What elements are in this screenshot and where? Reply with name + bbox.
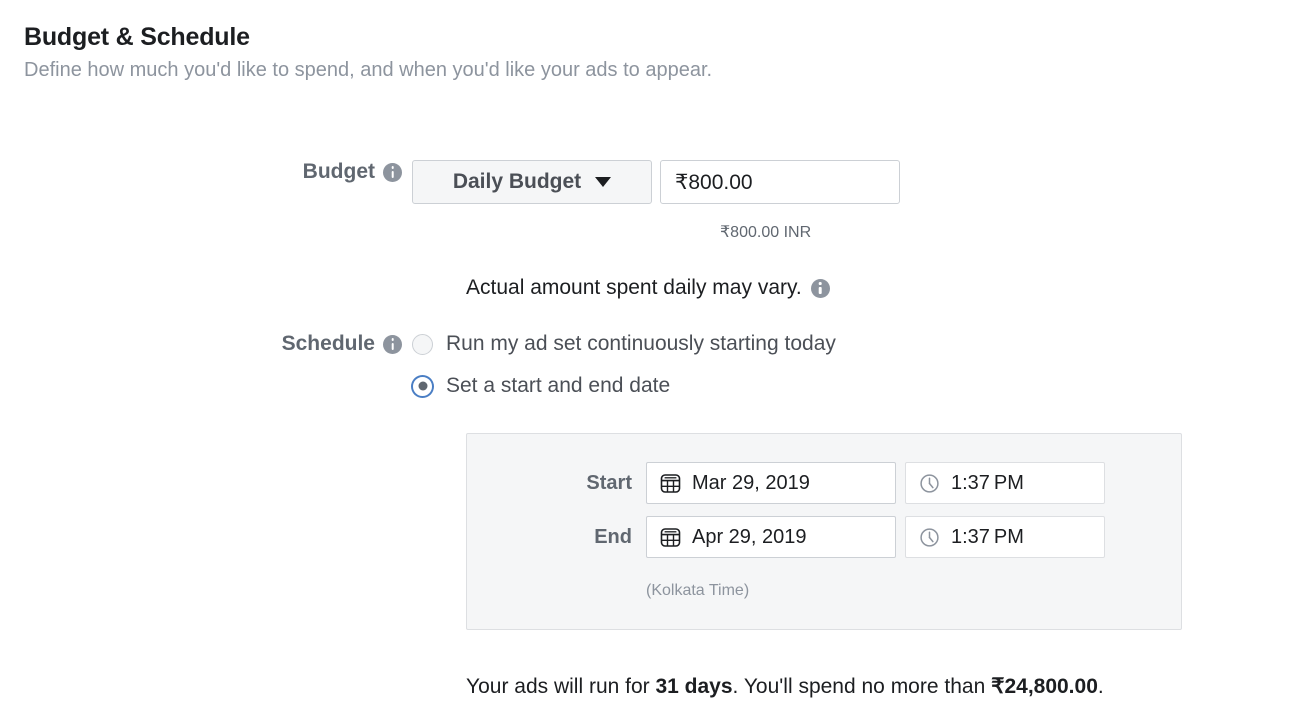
budget-type-value: Daily Budget <box>452 170 582 193</box>
radio-mark <box>412 375 433 397</box>
clock-icon <box>920 527 939 547</box>
end-time-value: 1:37 PM <box>951 525 1024 548</box>
info-icon[interactable] <box>810 278 830 298</box>
schedule-row: Schedule Run my ad set continuously star… <box>262 332 836 398</box>
schedule-label: Schedule <box>281 332 375 355</box>
start-date-value: Mar 29, 2019 <box>692 471 810 494</box>
summary-prefix: Your ads will run for <box>466 675 656 698</box>
radio-label: Set a start and end date <box>446 374 671 397</box>
calendar-icon <box>660 527 681 547</box>
radio-set-start-end-date[interactable]: Set a start and end date <box>412 374 836 398</box>
summary-duration: 31 days <box>655 675 733 698</box>
budget-label-group: Budget <box>262 160 412 184</box>
budget-amount-value: ₹800.00 <box>675 170 753 194</box>
schedule-summary: Your ads will run for 31 days. You'll sp… <box>466 674 1104 699</box>
budget-label: Budget <box>302 160 375 183</box>
end-date-value: Apr 29, 2019 <box>692 525 807 548</box>
page-title: Budget & Schedule <box>24 23 250 51</box>
start-date-input[interactable]: Mar 29, 2019 <box>646 462 896 504</box>
calendar-icon <box>660 473 681 493</box>
start-time-input[interactable]: 1:37 PM <box>905 462 1105 504</box>
page-subtitle: Define how much you'd like to spend, and… <box>24 59 713 81</box>
budget-vary-note-text: Actual amount spent daily may vary. <box>466 276 802 299</box>
timezone-note: (Kolkata Time) <box>646 582 750 599</box>
date-range-panel: Start Mar 29, 2019 1:37 PM End Apr 29, 2… <box>466 433 1182 630</box>
budget-controls: Daily Budget ₹800.00 <box>412 160 900 204</box>
info-icon[interactable] <box>383 334 402 354</box>
radio-run-continuously[interactable]: Run my ad set continuously starting toda… <box>412 332 836 356</box>
clock-icon <box>920 473 939 493</box>
summary-middle: . You'll spend no more than <box>732 675 992 698</box>
end-date-input[interactable]: Apr 29, 2019 <box>646 516 896 558</box>
budget-vary-note: Actual amount spent daily may vary. <box>466 276 830 300</box>
page-header: Budget & Schedule Define how much you'd … <box>24 22 1224 83</box>
info-icon[interactable] <box>383 162 402 182</box>
budget-row: Budget Daily Budget ₹800.00 <box>262 160 900 204</box>
end-date-row: End Apr 29, 2019 1:37 PM <box>467 516 1181 558</box>
budget-amount-input[interactable]: ₹800.00 <box>660 160 900 204</box>
summary-total: ₹24,800.00 <box>991 675 1098 698</box>
end-time-input[interactable]: 1:37 PM <box>905 516 1105 558</box>
summary-suffix: . <box>1097 675 1104 698</box>
end-label: End <box>594 525 632 548</box>
budget-helper-text: ₹800.00 INR <box>720 224 812 241</box>
start-time-value: 1:37 PM <box>951 471 1024 494</box>
start-label: Start <box>586 471 632 494</box>
radio-mark <box>412 333 433 355</box>
budget-type-select[interactable]: Daily Budget <box>412 160 652 204</box>
schedule-label-group: Schedule <box>262 332 412 356</box>
schedule-radio-group: Run my ad set continuously starting toda… <box>412 332 836 398</box>
start-date-row: Start Mar 29, 2019 1:37 PM <box>467 462 1181 504</box>
radio-label: Run my ad set continuously starting toda… <box>446 332 836 355</box>
date-rows: Start Mar 29, 2019 1:37 PM End Apr 29, 2… <box>467 462 1181 570</box>
chevron-down-icon <box>595 177 612 187</box>
